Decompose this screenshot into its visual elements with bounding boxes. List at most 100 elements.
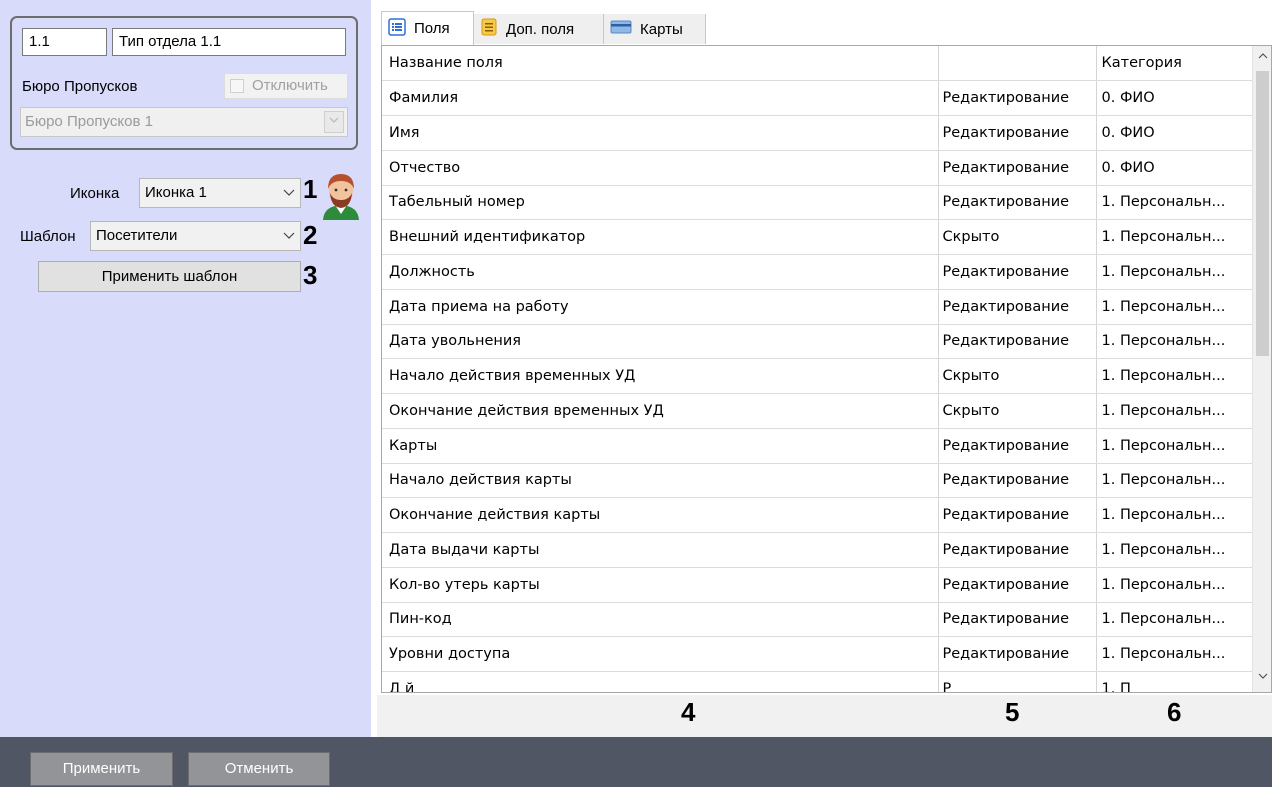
table-row[interactable]: Дата выдачи карты Редактирование 1. Персон…: [382, 532, 1253, 568]
bureau-select[interactable]: Бюро Пропусков 1: [20, 107, 348, 137]
table-row[interactable]: Окончание действия временных УД Скрыто 1. …: [382, 393, 1253, 429]
department-group-box: 1.1 Тип отдела 1.1 Бюро Пропусков Отключ…: [10, 16, 358, 150]
tab-cards[interactable]: Карты: [604, 14, 706, 44]
tab-extra-fields[interactable]: Доп. поля: [474, 14, 604, 44]
disable-checkbox-label: Отключить: [252, 77, 328, 94]
table-cell[interactable]: Окончание действия временных УД: [382, 393, 939, 429]
table-cell[interactable]: Скрыто: [938, 393, 1097, 429]
table-row[interactable]: Начало действия временных УД Скрыто 1. Пер…: [382, 358, 1253, 394]
table-cell[interactable]: Редактирование: [938, 532, 1097, 568]
table-row[interactable]: Начало действия карты Редактирование 1. Пе…: [382, 463, 1253, 499]
table-cell[interactable]: Начало действия временных УД: [382, 358, 939, 394]
table-row[interactable]: Имя Редактирование 0. ФИО: [382, 115, 1253, 151]
table-cell[interactable]: Скрыто: [938, 358, 1097, 394]
table-cell[interactable]: Скрыто: [938, 219, 1097, 255]
callout-number: 5: [1005, 697, 1020, 727]
table-row[interactable]: Карты Редактирование 1. Персональн...: [382, 428, 1253, 464]
table-row[interactable]: Д й Р 1. П: [382, 671, 1253, 692]
table-cell[interactable]: Начало действия карты: [382, 463, 939, 499]
table-row[interactable]: Фамилия Редактирование 0. ФИО: [382, 80, 1253, 116]
table-cell[interactable]: Фамилия: [382, 80, 939, 116]
tab-label: Доп. поля: [506, 20, 575, 38]
table-cell[interactable]: Дата приема на работу: [382, 289, 939, 325]
scroll-down-icon[interactable]: [1253, 666, 1271, 688]
table-cell[interactable]: Редактирование: [938, 324, 1097, 360]
chevron-down-icon[interactable]: [283, 186, 295, 198]
table-cell[interactable]: Редактирование: [938, 254, 1097, 290]
table-row[interactable]: Кол-во утерь карты Редактирование 1. Персо…: [382, 567, 1253, 603]
table-row[interactable]: Окончание действия карты Редактирование 1.…: [382, 497, 1253, 533]
table-cell[interactable]: Редактирование: [938, 497, 1097, 533]
code-field[interactable]: 1.1: [22, 28, 107, 56]
table-cell[interactable]: 1. Персональн...: [1096, 254, 1253, 290]
column-header[interactable]: Категория: [1096, 46, 1253, 82]
table-cell[interactable]: 1. Персональн...: [1096, 358, 1253, 394]
tab-label: Карты: [640, 20, 683, 38]
scroll-up-icon[interactable]: [1253, 46, 1271, 68]
apply-template-button[interactable]: Применить шаблон: [38, 261, 301, 292]
template-select[interactable]: Посетители: [90, 221, 301, 251]
table-cell[interactable]: 1. Персональн...: [1096, 428, 1253, 464]
table-cell[interactable]: 1. Персональн...: [1096, 463, 1253, 499]
table-cell[interactable]: 1. Персональн...: [1096, 393, 1253, 429]
table-cell[interactable]: 1. Персональн...: [1096, 219, 1253, 255]
column-header[interactable]: Название поля: [382, 46, 939, 82]
table-cell[interactable]: Редактирование: [938, 463, 1097, 499]
disable-checkbox-box[interactable]: [230, 79, 244, 93]
column-header[interactable]: [938, 46, 1097, 82]
table-cell[interactable]: 1. Персональн...: [1096, 185, 1253, 221]
table-cell[interactable]: 1. Персональн...: [1096, 602, 1253, 638]
table-cell[interactable]: Имя: [382, 115, 939, 151]
tab-fields[interactable]: Поля: [381, 11, 474, 45]
vertical-scrollbar[interactable]: [1252, 46, 1271, 692]
table-cell[interactable]: Редактирование: [938, 428, 1097, 464]
table-cell[interactable]: Внешний идентификатор: [382, 219, 939, 255]
table-cell[interactable]: 0. ФИО: [1096, 150, 1253, 186]
table-cell[interactable]: Редактирование: [938, 636, 1097, 672]
table-cell[interactable]: 0. ФИО: [1096, 115, 1253, 151]
table-cell[interactable]: 1. Персональн...: [1096, 497, 1253, 533]
table-cell[interactable]: 1. Персональн...: [1096, 636, 1253, 672]
table-cell[interactable]: 1. П: [1096, 671, 1253, 692]
table-cell[interactable]: Редактирование: [938, 289, 1097, 325]
chevron-down-icon[interactable]: [283, 229, 295, 241]
table-cell[interactable]: Пин-код: [382, 602, 939, 638]
table-row[interactable]: Уровни доступа Редактирование 1. Персональ…: [382, 636, 1253, 672]
table-cell[interactable]: Редактирование: [938, 185, 1097, 221]
table-row[interactable]: Табельный номер Редактирование 1. Персонал…: [382, 185, 1253, 221]
table-cell[interactable]: Уровни доступа: [382, 636, 939, 672]
table-cell[interactable]: Редактирование: [938, 150, 1097, 186]
table-row[interactable]: Внешний идентификатор Скрыто 1. Персональн…: [382, 219, 1253, 255]
table-cell[interactable]: Р: [938, 671, 1097, 692]
table-row[interactable]: Отчество Редактирование 0. ФИО: [382, 150, 1253, 186]
icon-select[interactable]: Иконка 1: [139, 178, 301, 208]
table-cell[interactable]: 1. Персональн...: [1096, 567, 1253, 603]
scroll-thumb[interactable]: [1256, 71, 1269, 356]
table-cell[interactable]: Редактирование: [938, 567, 1097, 603]
table-cell[interactable]: Табельный номер: [382, 185, 939, 221]
table-cell[interactable]: Кол-во утерь карты: [382, 567, 939, 603]
name-field[interactable]: Тип отдела 1.1: [112, 28, 346, 56]
table-cell[interactable]: Окончание действия карты: [382, 497, 939, 533]
table-cell[interactable]: Редактирование: [938, 80, 1097, 116]
table-cell[interactable]: Редактирование: [938, 115, 1097, 151]
table-cell[interactable]: Карты: [382, 428, 939, 464]
table-cell[interactable]: Дата выдачи карты: [382, 532, 939, 568]
table-cell[interactable]: Дата увольнения: [382, 324, 939, 360]
table-row[interactable]: Дата увольнения Редактирование 1. Персонал…: [382, 324, 1253, 360]
chevron-down-icon[interactable]: [324, 111, 344, 133]
table-cell[interactable]: 1. Персональн...: [1096, 324, 1253, 360]
table-row[interactable]: Дата приема на работу Редактирование 1. Пе…: [382, 289, 1253, 325]
disable-checkbox[interactable]: Отключить: [224, 73, 348, 99]
table-row[interactable]: Должность Редактирование 1. Персональн...: [382, 254, 1253, 290]
table-cell[interactable]: 0. ФИО: [1096, 80, 1253, 116]
table-cell[interactable]: Должность: [382, 254, 939, 290]
table-cell[interactable]: Д й: [382, 671, 939, 692]
table-cell[interactable]: Редактирование: [938, 602, 1097, 638]
cancel-button[interactable]: Отменить: [188, 752, 330, 786]
table-row[interactable]: Пин-код Редактирование 1. Персональн...: [382, 602, 1253, 638]
table-cell[interactable]: 1. Персональн...: [1096, 289, 1253, 325]
table-cell[interactable]: Отчество: [382, 150, 939, 186]
table-cell[interactable]: 1. Персональн...: [1096, 532, 1253, 568]
apply-button[interactable]: Применить: [30, 752, 173, 786]
